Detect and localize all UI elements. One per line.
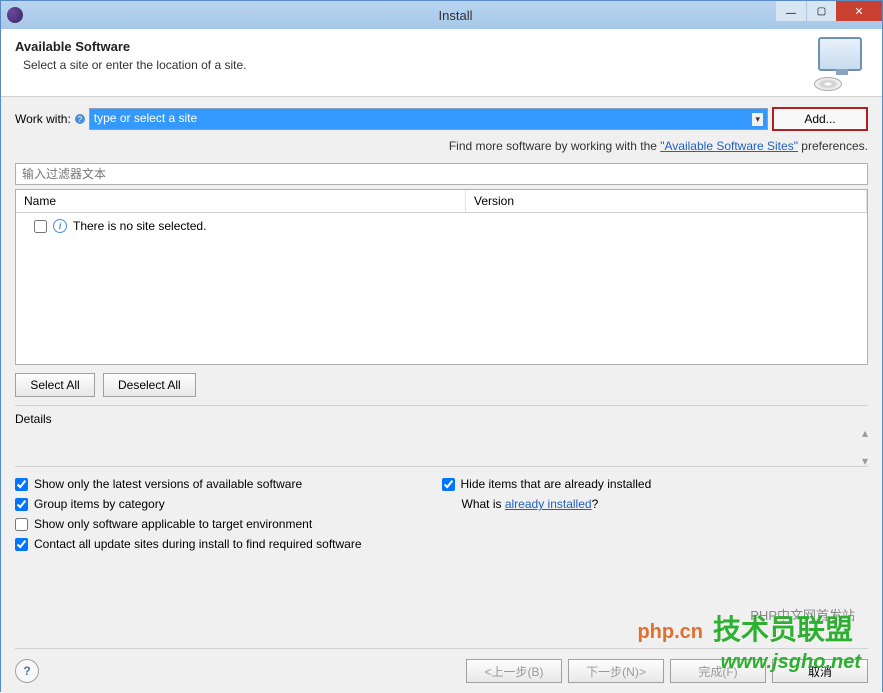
maximize-button[interactable] [806,1,836,21]
select-all-button[interactable]: Select All [15,373,95,397]
finish-button[interactable]: 完成(F) [670,659,766,683]
opt-hide[interactable]: Hide items that are already installed [442,477,869,491]
banner-subtext: Select a site or enter the location of a… [23,58,868,72]
details-scrollbar[interactable]: ▴▾ [862,426,868,468]
filter-input[interactable] [15,163,868,185]
find-more-text: Find more software by working with the "… [15,139,868,153]
cancel-button[interactable]: 取消 [772,659,868,683]
options-area: Show only the latest versions of availab… [15,466,868,551]
already-installed-link[interactable]: already installed [505,497,592,511]
opt-hide-checkbox[interactable] [442,478,455,491]
work-with-row: Work with: ? type or select a site ▾ Add… [15,107,868,131]
eclipse-icon [7,7,23,23]
banner-heading: Available Software [15,39,868,54]
available-sites-link[interactable]: "Available Software Sites" [660,139,798,153]
selection-buttons: Select All Deselect All [15,373,868,397]
watermark-orange: php.cn [637,621,703,644]
opt-target[interactable]: Show only software applicable to target … [15,517,442,531]
titlebar: Install [1,1,882,29]
opt-contact[interactable]: Contact all update sites during install … [15,537,442,551]
window-controls [776,1,882,21]
software-tree: Name Version i There is no site selected… [15,189,868,365]
tree-header: Name Version [16,190,867,213]
content-area: Work with: ? type or select a site ▾ Add… [1,97,882,693]
tree-body: i There is no site selected. [16,213,867,239]
opt-latest-checkbox[interactable] [15,478,28,491]
details-heading: Details [15,412,868,426]
banner: Available Software Select a site or ente… [1,29,882,97]
work-with-label: Work with: [15,112,71,126]
opt-target-checkbox[interactable] [15,518,28,531]
col-version[interactable]: Version [466,190,867,212]
chevron-down-icon[interactable]: ▾ [752,113,763,126]
next-button[interactable]: 下一步(N)> [568,659,664,683]
watermark-green1: 技术员联盟 [713,608,853,648]
close-button[interactable] [836,1,882,21]
empty-message: There is no site selected. [73,219,206,233]
back-button[interactable]: <上一步(B) [466,659,562,683]
site-combo[interactable]: type or select a site ▾ [89,108,768,130]
row-checkbox[interactable] [34,220,47,233]
what-is-text: What is already installed? [442,497,869,511]
tree-empty-row: i There is no site selected. [24,219,859,233]
info-icon: i [53,219,67,233]
opt-latest[interactable]: Show only the latest versions of availab… [15,477,442,491]
add-button[interactable]: Add... [772,107,868,131]
details-panel: Details ▴▾ [15,405,868,432]
opt-group[interactable]: Group items by category [15,497,442,511]
help-button[interactable]: ? [15,659,39,683]
col-name[interactable]: Name [16,190,466,212]
opt-contact-checkbox[interactable] [15,538,28,551]
site-combo-placeholder: type or select a site [94,111,197,125]
install-icon [812,37,868,93]
deselect-all-button[interactable]: Deselect All [103,373,196,397]
window-title: Install [29,8,882,23]
help-dot-icon[interactable]: ? [75,114,85,124]
footer: ? <上一步(B) 下一步(N)> 完成(F) 取消 [15,648,868,683]
watermark-gray: PHP中文网首发站 [750,605,855,624]
minimize-button[interactable] [776,1,806,21]
opt-group-checkbox[interactable] [15,498,28,511]
